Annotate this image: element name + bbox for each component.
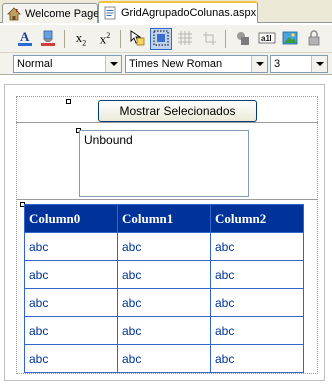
show-borders-button[interactable] (150, 28, 172, 50)
subscript-icon: x2 (75, 30, 87, 48)
table-row: abc abc abc (24, 344, 304, 373)
data-grid[interactable]: Column0 Column1 Column2 abc abc abc abc … (24, 204, 304, 373)
design-toolbar: A x2 x2 a1 (0, 25, 332, 53)
toolbar-separator (225, 30, 226, 48)
grid-cell[interactable]: abc (24, 288, 118, 317)
home-icon (7, 6, 21, 21)
highlight-button[interactable] (37, 28, 59, 50)
label-icon: a1 (258, 29, 276, 50)
listbox-text: Unbound (84, 133, 133, 147)
lock-element-button[interactable] (232, 28, 254, 50)
insert-image-button[interactable] (279, 28, 301, 50)
table-row: abc abc abc (24, 232, 304, 261)
mostrar-selecionados-button[interactable]: Mostrar Selecionados (98, 100, 257, 122)
grid-cell[interactable]: abc (24, 344, 118, 373)
subscript-button[interactable]: x2 (70, 28, 92, 50)
lock-icon (305, 29, 323, 50)
grid-cell[interactable]: abc (117, 260, 211, 289)
grid-cell[interactable]: abc (24, 232, 118, 261)
superscript-icon: x2 (99, 30, 111, 47)
grid-cell[interactable]: abc (117, 232, 211, 261)
insert-image-icon (281, 29, 299, 50)
formatting-toolbar: Normal Times New Roman 3 (0, 53, 332, 75)
grid-cell[interactable]: abc (117, 344, 211, 373)
table-row: abc abc abc (24, 316, 304, 345)
tab-gridagrupadocolunas[interactable]: GridAgrupadoColunas.aspx (98, 1, 258, 23)
table-row: abc abc abc (24, 288, 304, 317)
block-format-dropdown[interactable]: Normal (13, 55, 122, 73)
snap-to-grid-button[interactable] (198, 28, 220, 50)
grid-cell[interactable]: abc (117, 316, 211, 345)
grid-cell[interactable]: abc (210, 344, 304, 373)
grid-cell[interactable]: abc (117, 288, 211, 317)
chevron-down-icon[interactable] (251, 56, 267, 72)
absolute-position-icon (128, 29, 146, 50)
svg-text:A: A (20, 29, 30, 44)
layout-row-divider (16, 122, 318, 123)
chevron-down-icon[interactable] (311, 56, 327, 72)
show-borders-icon (152, 29, 170, 50)
grid-column-header[interactable]: Column2 (210, 204, 304, 233)
text-color-button[interactable]: A (14, 28, 36, 50)
toolbar-separator (120, 30, 121, 48)
aspx-file-icon (103, 6, 117, 20)
block-format-value: Normal (17, 58, 53, 70)
snap-to-grid-icon (200, 29, 218, 50)
document-tab-strip: Welcome Page GridAgrupadoColunas.aspx (0, 0, 332, 23)
grid-cell[interactable]: abc (210, 316, 304, 345)
table-row: abc abc abc (24, 260, 304, 289)
svg-text:a1: a1 (261, 34, 270, 43)
button-anchor-handle[interactable] (66, 99, 71, 104)
grid-cell[interactable]: abc (210, 288, 304, 317)
grid-column-header[interactable]: Column1 (117, 204, 211, 233)
font-size-value: 3 (274, 58, 281, 70)
unbound-listbox[interactable]: Unbound (79, 130, 249, 197)
grid-cell[interactable]: abc (210, 260, 304, 289)
tab-label: GridAgrupadoColunas.aspx (121, 7, 257, 19)
highlight-icon (39, 29, 57, 50)
text-color-icon: A (16, 29, 34, 50)
grid-cell[interactable]: abc (24, 316, 118, 345)
chevron-down-icon[interactable] (105, 56, 121, 72)
show-grid-button[interactable] (174, 28, 196, 50)
font-name-value: Times New Roman (129, 58, 223, 70)
font-name-dropdown[interactable]: Times New Roman (125, 55, 268, 73)
show-grid-icon (176, 29, 194, 50)
grid-cell[interactable]: abc (24, 260, 118, 289)
absolute-position-button[interactable] (126, 28, 148, 50)
grid-column-header[interactable]: Column0 (24, 204, 118, 233)
layout-row-divider (16, 199, 318, 200)
button-label: Mostrar Selecionados (119, 104, 236, 118)
tab-welcome-page[interactable]: Welcome Page (2, 3, 100, 23)
font-size-dropdown[interactable]: 3 (270, 55, 328, 73)
lock-element-icon (234, 29, 252, 50)
label-button[interactable]: a1 (256, 28, 278, 50)
grid-header-row: Column0 Column1 Column2 (24, 204, 304, 233)
lock-button[interactable] (303, 28, 325, 50)
grid-cell[interactable]: abc (210, 232, 304, 261)
superscript-button[interactable]: x2 (94, 28, 116, 50)
toolbar-separator (64, 30, 65, 48)
tab-label: Welcome Page (25, 7, 100, 20)
